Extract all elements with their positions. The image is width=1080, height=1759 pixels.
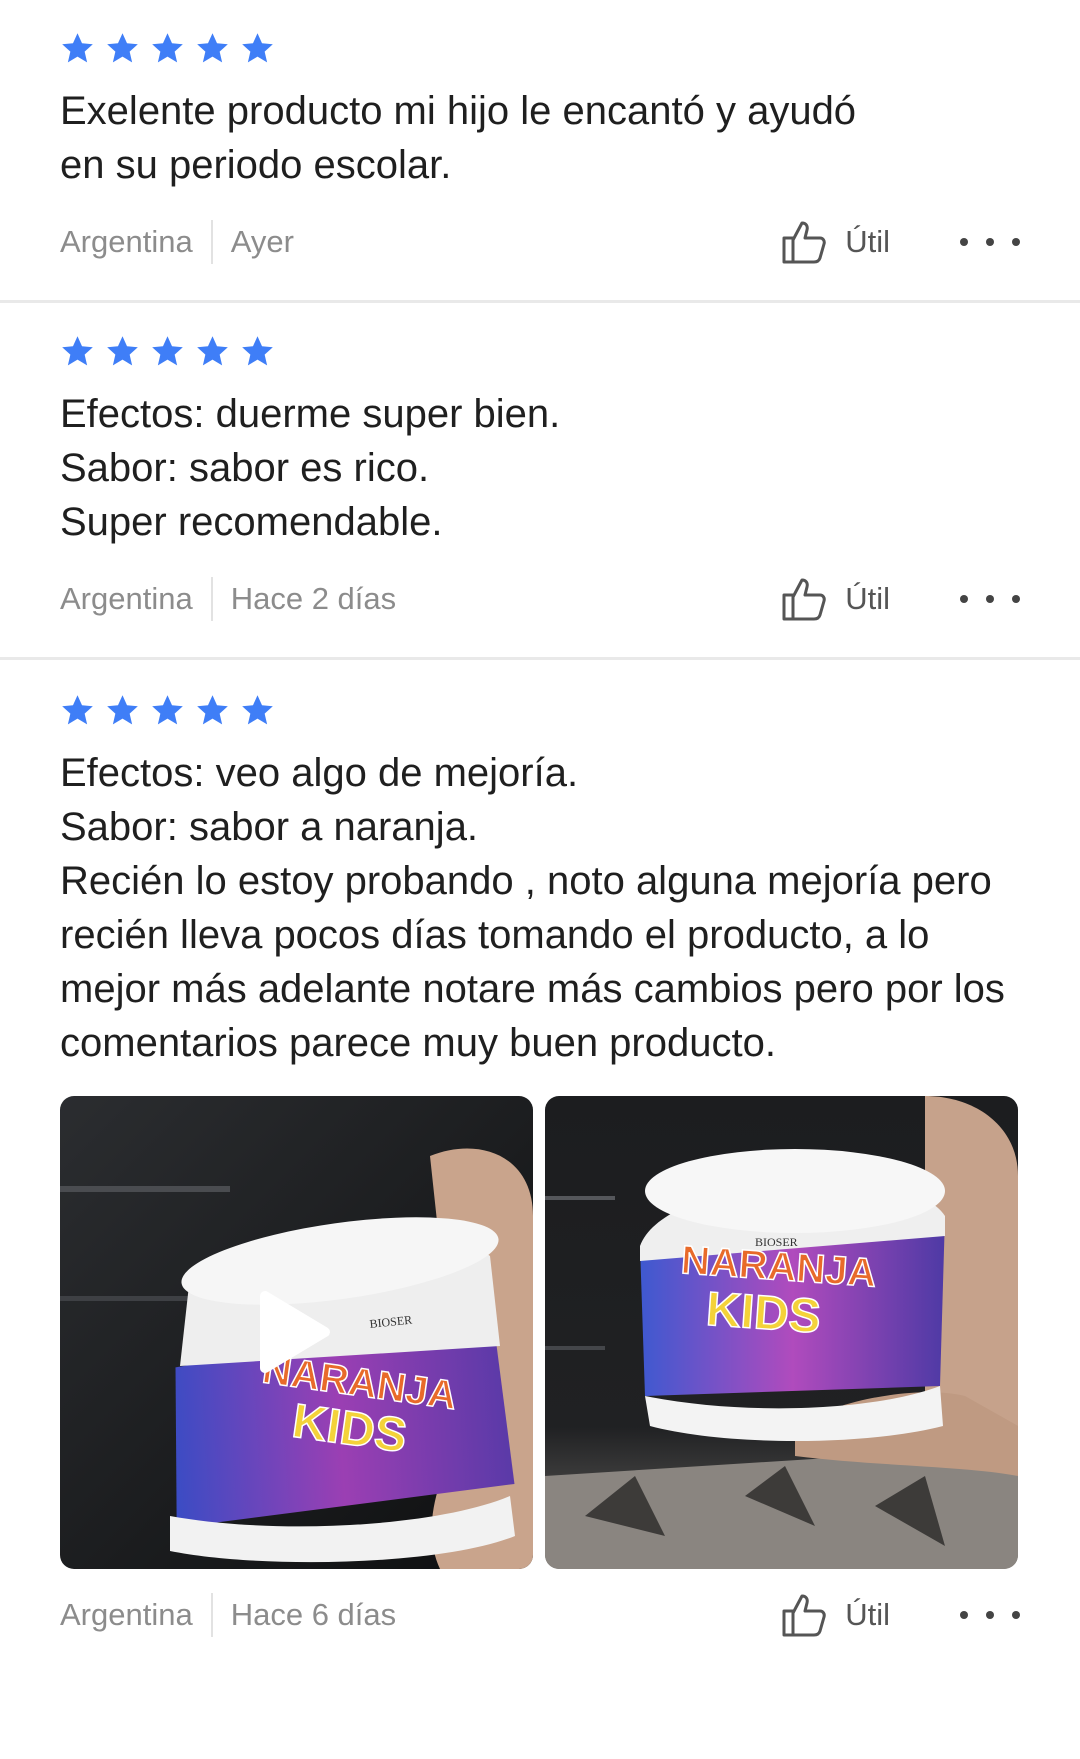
- review-country: Argentina: [60, 1597, 193, 1632]
- star-rating: [60, 693, 1020, 728]
- star-icon: [105, 693, 140, 728]
- star-icon: [150, 693, 185, 728]
- review-meta: Argentina Hace 2 días Útil: [60, 569, 1020, 629]
- review-country: Argentina: [60, 224, 193, 259]
- useful-label: Útil: [845, 581, 890, 616]
- review-text: Efectos: duerme super bien. Sabor: sabor…: [60, 392, 561, 544]
- meta-separator: [210, 220, 213, 264]
- star-icon: [105, 31, 140, 66]
- review-card: Exelente producto mi hijo le encantó y a…: [0, 0, 1080, 300]
- thumbs-up-icon: [781, 576, 829, 622]
- review-meta: Argentina Hace 6 días Útil: [60, 1585, 1020, 1645]
- star-icon: [150, 334, 185, 369]
- thumbs-up-icon: [781, 1592, 829, 1638]
- star-icon: [105, 334, 140, 369]
- star-icon: [150, 31, 185, 66]
- star-icon: [195, 334, 230, 369]
- more-options-button[interactable]: [960, 1611, 1020, 1619]
- review-text: Efectos: veo algo de mejoría. Sabor: sab…: [60, 751, 1005, 1065]
- product-name-line2: KIDS: [704, 1283, 822, 1344]
- star-rating: [60, 334, 1020, 369]
- star-rating: [60, 31, 1020, 66]
- useful-label: Útil: [845, 224, 890, 259]
- useful-button[interactable]: Útil: [781, 1592, 890, 1638]
- review-meta: Argentina Ayer Útil: [60, 212, 1020, 272]
- star-icon: [195, 693, 230, 728]
- star-icon: [60, 31, 95, 66]
- review-media: BIOSER NARANJA KIDS BIOSER NARANJA KIDS: [60, 1096, 1020, 1569]
- star-icon: [240, 693, 275, 728]
- star-icon: [60, 693, 95, 728]
- useful-button[interactable]: Útil: [781, 576, 890, 622]
- star-icon: [240, 334, 275, 369]
- star-icon: [195, 31, 230, 66]
- star-icon: [240, 31, 275, 66]
- review-date: Hace 2 días: [230, 581, 397, 616]
- useful-label: Útil: [845, 1597, 890, 1632]
- review-photo-thumbnail[interactable]: BIOSER NARANJA KIDS: [545, 1096, 1018, 1569]
- star-icon: [60, 334, 95, 369]
- review-date: Ayer: [230, 224, 294, 259]
- meta-separator: [210, 577, 213, 621]
- meta-separator: [210, 1593, 213, 1637]
- review-card: Efectos: duerme super bien. Sabor: sabor…: [0, 303, 1080, 657]
- review-text: Exelente producto mi hijo le encantó y a…: [60, 89, 857, 187]
- review-card: Efectos: veo algo de mejoría. Sabor: sab…: [0, 660, 1080, 1645]
- review-date: Hace 6 días: [230, 1597, 397, 1632]
- useful-button[interactable]: Útil: [781, 219, 890, 265]
- more-options-button[interactable]: [960, 238, 1020, 246]
- more-options-button[interactable]: [960, 595, 1020, 603]
- review-country: Argentina: [60, 581, 193, 616]
- review-video-thumbnail[interactable]: BIOSER NARANJA KIDS: [60, 1096, 533, 1569]
- thumbs-up-icon: [781, 219, 829, 265]
